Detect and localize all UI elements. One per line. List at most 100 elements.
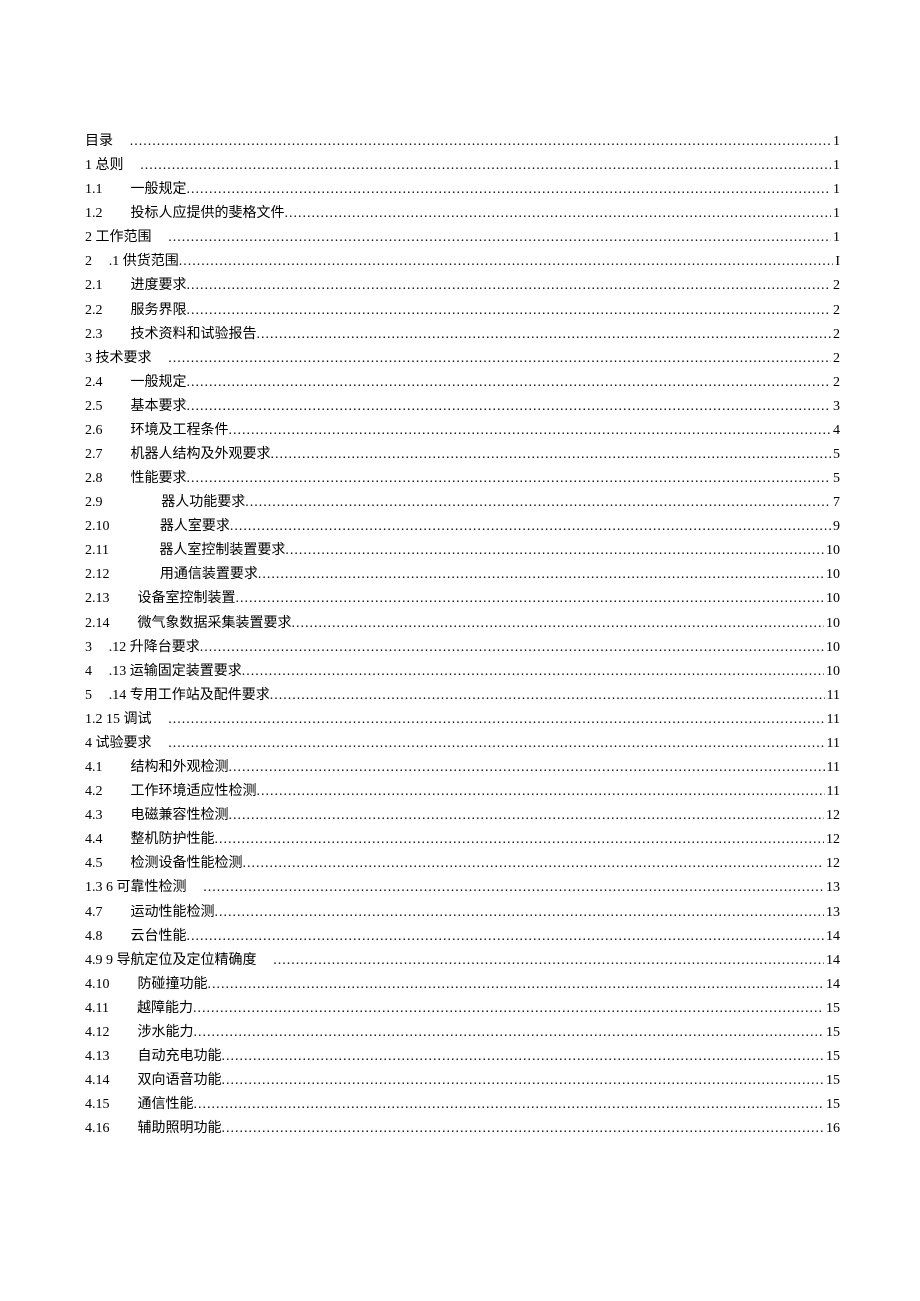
toc-leader-dots — [230, 515, 831, 539]
toc-page-number: 10 — [824, 563, 840, 587]
toc-title: 器人室要求 — [160, 515, 230, 539]
toc-row: 目录1 — [85, 130, 840, 154]
toc-label: 2.1 — [85, 274, 103, 298]
toc-label: 3 技术要求 — [85, 347, 152, 371]
toc-page-number: 14 — [824, 925, 840, 949]
toc-page-number: 15 — [824, 1045, 840, 1069]
toc-page-number: 13 — [824, 901, 840, 925]
toc-leader-dots — [187, 178, 832, 202]
toc-row: 2.6环境及工程条件4 — [85, 419, 840, 443]
toc-label: 2 工作范围 — [85, 226, 152, 250]
toc-leader-dots — [130, 130, 831, 154]
toc-leader-dots — [236, 587, 825, 611]
toc-label: 4 — [85, 660, 92, 684]
toc-leader-dots — [222, 1045, 825, 1069]
toc-leader-dots — [271, 443, 832, 467]
toc-row: 2.10器人室要求9 — [85, 515, 840, 539]
toc-title: 一般规定 — [131, 371, 187, 395]
toc-title: 进度要求 — [131, 274, 187, 298]
toc-page-number: 14 — [824, 973, 840, 997]
toc-leader-dots — [270, 684, 825, 708]
toc-label: 1.2 15 调试 — [85, 708, 152, 732]
toc-row: 2.3 技术资料和试验报告 2 — [85, 323, 840, 347]
toc-label: 2.2 — [85, 299, 103, 323]
toc-page-number: I — [833, 250, 840, 274]
toc-title: 整机防护性能 — [131, 828, 215, 852]
toc-label: 4.11 — [85, 997, 109, 1021]
toc-row: 4.8云台性能14 — [85, 925, 840, 949]
toc-leader-dots — [292, 612, 825, 636]
toc-page-number: 2 — [831, 274, 840, 298]
toc-row: 2.2服务界限2 — [85, 299, 840, 323]
toc-page-number: 4 — [831, 419, 840, 443]
toc-page-number: 2 — [831, 323, 840, 347]
toc-title: 器人室控制装置要求 — [159, 539, 285, 563]
toc-title: 环境及工程条件 — [131, 419, 229, 443]
toc-label: 2.3 — [85, 323, 103, 347]
toc-title: .13 运输固定装置要求 — [109, 660, 242, 684]
toc-label: 4.1 — [85, 756, 103, 780]
toc-leader-dots — [222, 1117, 825, 1141]
toc-page-number: 14 — [824, 949, 840, 973]
toc-title: 器人功能要求 — [161, 491, 245, 515]
toc-title: 性能要求 — [131, 467, 187, 491]
toc-row: 4.12涉水能力15 — [85, 1021, 840, 1045]
toc-row: 4.4整机防护性能12 — [85, 828, 840, 852]
toc-row: 4.9 9 导航定位及定位精确度14 — [85, 949, 840, 973]
toc-title: 技术资料和试验报告 — [131, 323, 257, 347]
toc-row: 1.2投标人应提供的斐格文件1 — [85, 202, 840, 226]
toc-title: 电磁兼容性检测 — [131, 804, 229, 828]
toc-leader-dots — [258, 563, 824, 587]
toc-page-number: 5 — [831, 467, 840, 491]
toc-label: 4.5 — [85, 852, 103, 876]
toc-label: 4.4 — [85, 828, 103, 852]
toc-title: 基本要求 — [131, 395, 187, 419]
toc-title: 涉水能力 — [138, 1021, 194, 1045]
toc-label: 1.3 6 可靠性检测 — [85, 876, 187, 900]
toc-row: 1 总则1 — [85, 154, 840, 178]
toc-label: 2.4 — [85, 371, 103, 395]
toc-page-number: 1 — [831, 178, 840, 202]
toc-label: 2.7 — [85, 443, 103, 467]
toc-row: 4 试验要求11 — [85, 732, 840, 756]
toc-label: 4.12 — [85, 1021, 110, 1045]
toc-list: 目录11 总则11.1一般规定11.2投标人应提供的斐格文件12 工作范围12.… — [85, 130, 840, 1141]
toc-leader-dots — [203, 876, 824, 900]
toc-title: 一般规定 — [131, 178, 187, 202]
toc-row: 4.10防碰撞功能14 — [85, 973, 840, 997]
toc-label: 2.8 — [85, 467, 103, 491]
toc-leader-dots — [229, 804, 825, 828]
toc-label: 4.15 — [85, 1093, 110, 1117]
toc-leader-dots — [285, 539, 824, 563]
toc-leader-dots — [243, 852, 825, 876]
toc-page-number: 15 — [824, 997, 840, 1021]
toc-row: 1.3 6 可靠性检测13 — [85, 876, 840, 900]
toc-row: 5.14 专用工作站及配件要求11 — [85, 684, 840, 708]
toc-leader-dots — [187, 467, 832, 491]
toc-label: 4.16 — [85, 1117, 110, 1141]
toc-row: 2.12用通信装置要求10 — [85, 563, 840, 587]
toc-leader-dots — [168, 708, 824, 732]
toc-row: 4.14双向语音功能15 — [85, 1069, 840, 1093]
toc-title: 通信性能 — [138, 1093, 194, 1117]
toc-label: 2.13 — [85, 587, 110, 611]
toc-row: 2.11器人室控制装置要求10 — [85, 539, 840, 563]
toc-row: 4.7运动性能检测13 — [85, 901, 840, 925]
toc-page-number: 15 — [824, 1093, 840, 1117]
toc-title: .1 供货范围 — [109, 250, 179, 274]
toc-page-number: 12 — [824, 852, 840, 876]
toc-leader-dots — [187, 299, 832, 323]
toc-title: 防碰撞功能 — [138, 973, 208, 997]
toc-label: 2.14 — [85, 612, 110, 636]
toc-title: 用通信装置要求 — [160, 563, 258, 587]
toc-title: .14 专用工作站及配件要求 — [109, 684, 270, 708]
toc-row: 2.13设备室控制装置10 — [85, 587, 840, 611]
toc-row: 4.5检测设备性能检测12 — [85, 852, 840, 876]
toc-title: 机器人结构及外观要求 — [131, 443, 271, 467]
toc-page-number: 12 — [824, 804, 840, 828]
toc-label: 1.2 — [85, 202, 103, 226]
toc-page-number: 10 — [824, 587, 840, 611]
toc-label: 4.7 — [85, 901, 103, 925]
toc-leader-dots — [187, 371, 832, 395]
toc-leader-dots — [208, 973, 825, 997]
